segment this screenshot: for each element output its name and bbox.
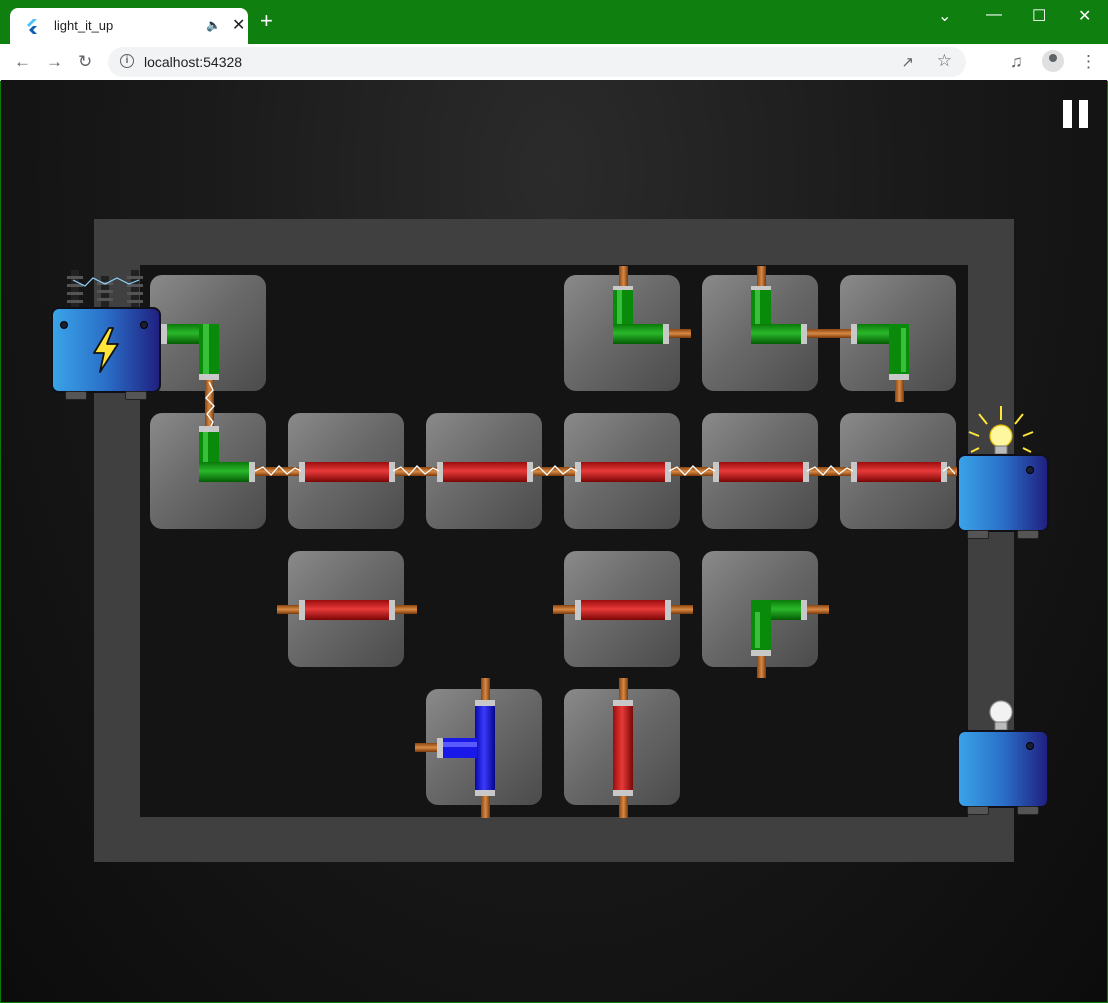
pipe-elbow-r0c4	[751, 266, 851, 344]
speaker-icon[interactable]: 🔈	[206, 18, 221, 32]
pipe-elbow-r2c4	[751, 600, 829, 678]
bookmark-star-icon[interactable]: ☆	[937, 51, 952, 71]
game-canvas[interactable]	[1, 80, 1107, 1002]
pipe-layer	[67, 266, 1034, 818]
tab-strip: light_it_up 🔈 ✕ + ⌄ — ☐ ✕	[0, 0, 1108, 44]
pipe-straight-r2c3	[553, 600, 693, 620]
pipe-straight-r3c3	[613, 678, 633, 818]
window-close-icon[interactable]: ✕	[1078, 6, 1091, 26]
bulb-2-box	[957, 730, 1049, 815]
powered-row-pipes	[254, 462, 957, 482]
more-menu-icon[interactable]: ⋮	[1080, 52, 1097, 72]
insulator-icon	[67, 270, 143, 310]
bulb-1-box	[957, 454, 1049, 539]
box-foot	[1017, 806, 1039, 815]
profile-avatar-icon[interactable]	[1042, 50, 1064, 72]
share-icon[interactable]: ↗	[901, 53, 914, 71]
new-tab-button[interactable]: +	[260, 10, 273, 32]
browser-toolbar: ← → ↻ i localhost:54328 ↗ ☆ ♫ ⋮	[0, 44, 1108, 81]
tab-title: light_it_up	[54, 18, 114, 33]
site-info-icon[interactable]: i	[120, 54, 134, 68]
flutter-icon	[27, 19, 37, 34]
forward-arrow-icon[interactable]: →	[46, 52, 63, 72]
bolt-dot	[1026, 466, 1034, 474]
maximize-icon[interactable]: ☐	[1032, 6, 1046, 26]
box-foot	[967, 530, 989, 539]
bolt-dot	[1026, 742, 1034, 750]
reload-icon[interactable]: ↻	[78, 52, 92, 72]
pipe-elbow-r1c0	[199, 426, 255, 482]
pipe-elbow-r0c0	[161, 324, 219, 430]
bolt-dot	[60, 321, 68, 329]
unlit-bulb-icon	[989, 700, 1013, 731]
back-arrow-icon[interactable]: ←	[14, 52, 31, 72]
lit-bulb-icon	[989, 424, 1013, 455]
browser-tab[interactable]: light_it_up 🔈 ✕	[10, 8, 248, 44]
box-foot	[125, 391, 147, 400]
media-queue-icon[interactable]: ♫	[1010, 52, 1023, 72]
url-text[interactable]: localhost:54328	[144, 54, 242, 70]
bolt-dot	[140, 321, 148, 329]
pipe-straight-r2c1	[277, 600, 417, 620]
chevron-down-icon[interactable]: ⌄	[938, 6, 951, 26]
box-foot	[1017, 530, 1039, 539]
browser-chrome: light_it_up 🔈 ✕ + ⌄ — ☐ ✕ ← → ↻ i localh…	[0, 0, 1108, 81]
pipe-tee-r3c2	[415, 678, 495, 818]
tab-close-icon[interactable]: ✕	[232, 15, 245, 35]
pipe-elbow-r0c5	[851, 324, 909, 402]
power-source	[51, 307, 161, 400]
address-bar[interactable]: i localhost:54328 ↗ ☆	[108, 47, 966, 77]
lightning-bolt-icon	[93, 327, 119, 373]
box-foot	[65, 391, 87, 400]
pipe-elbow-r0c3	[613, 266, 691, 344]
box-foot	[967, 806, 989, 815]
minimize-icon[interactable]: —	[986, 6, 1002, 24]
